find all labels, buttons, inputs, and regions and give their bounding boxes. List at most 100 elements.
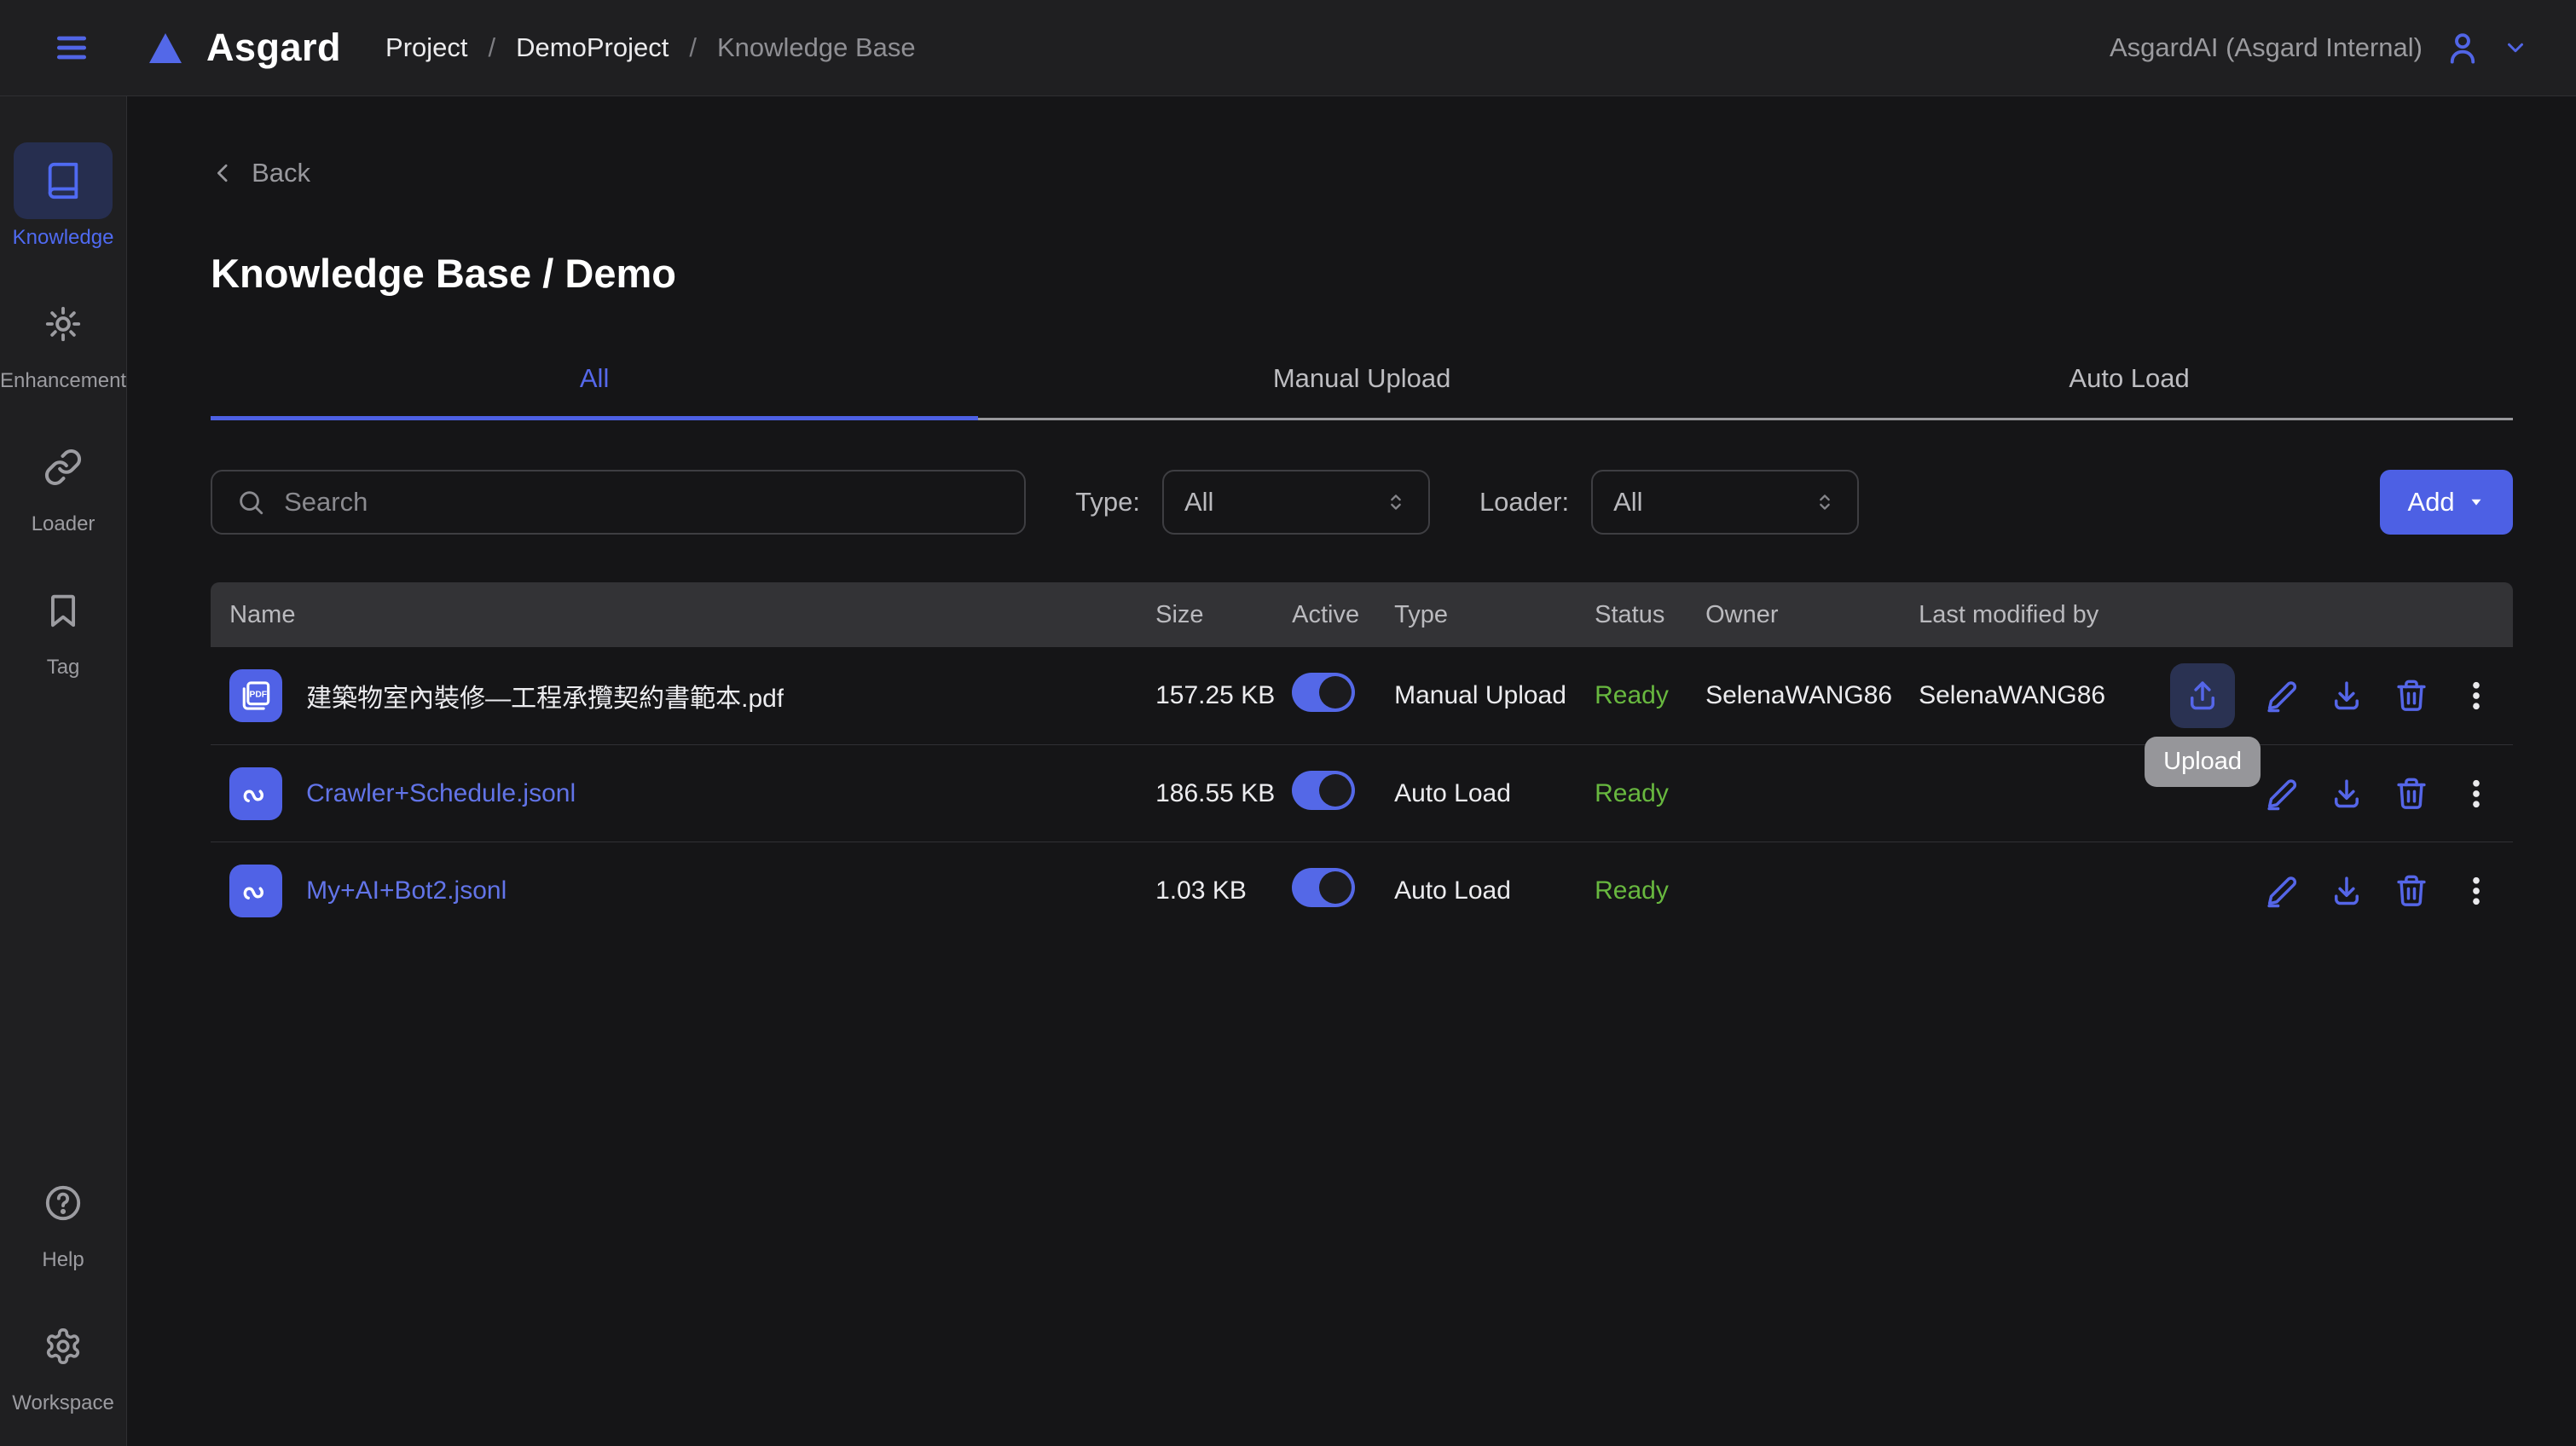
column-header-last-modified-by: Last modified by [1919,601,2170,629]
hamburger-menu-button[interactable] [49,29,94,67]
edit-button[interactable] [2264,776,2300,812]
user-menu[interactable]: AsgardAI (Asgard Internal) [2110,30,2528,66]
sidebar-item-label: Knowledge [13,226,114,250]
sidebar-item-enhancement[interactable]: Enhancement [0,286,126,393]
sidebar-item-loader[interactable]: Loader [0,429,126,536]
jsonl-file-icon [229,767,282,820]
brand: Asgard [142,26,341,70]
sidebar-item-workspace[interactable]: Workspace [0,1308,126,1415]
edit-icon [2264,776,2300,812]
sidebar-item-label: Loader [32,512,96,536]
gear-icon [43,1327,83,1366]
active-toggle[interactable] [1292,771,1355,810]
caret-down-icon [2467,493,2486,512]
sidebar-item-label: Help [42,1248,84,1272]
download-icon [2329,873,2365,909]
table-row: My+AI+Bot2.jsonl 1.03 KB Auto Load Ready [211,842,2513,939]
breadcrumb-knowledge-base: Knowledge Base [717,32,916,63]
kebab-menu-icon [2458,873,2494,909]
search-input[interactable] [284,487,1000,518]
active-toggle[interactable] [1292,868,1355,907]
file-name[interactable]: 建築物室內裝修—工程承攬契約書範本.pdf [306,677,784,714]
edit-button[interactable] [2264,873,2300,909]
upload-tooltip: Upload [2145,737,2261,787]
table-header: Name Size Active Type Status Owner Last … [211,582,2513,647]
book-icon [43,161,83,200]
delete-button[interactable] [2394,873,2429,909]
tab-all[interactable]: All [211,363,978,418]
active-toggle[interactable] [1292,673,1355,712]
download-button[interactable] [2329,678,2365,714]
type-filter-label: Type: [1075,487,1140,518]
logo-triangle-icon [142,27,189,68]
updown-chevrons-icon [1384,490,1408,514]
breadcrumb-separator: / [489,32,496,63]
download-button[interactable] [2329,873,2365,909]
bookmark-icon [43,591,83,630]
sidebar-item-knowledge[interactable]: Knowledge [0,142,126,250]
sidebar-item-label: Tag [47,656,80,680]
file-type: Manual Upload [1394,681,1595,710]
column-header-size: Size [1155,601,1292,629]
help-circle-icon [43,1183,83,1223]
jsonl-file-icon [229,865,282,917]
column-header-status: Status [1595,601,1705,629]
last-modified-by: SelenaWANG86 [1919,681,2170,710]
kebab-menu-icon [2458,776,2494,812]
status-badge: Ready [1595,876,1705,905]
hamburger-icon [49,29,94,67]
add-button[interactable]: Add [2380,470,2513,535]
updown-chevrons-icon [1813,490,1837,514]
edit-button[interactable] [2264,678,2300,714]
sidebar-item-label: Workspace [12,1391,114,1415]
search-icon [236,488,265,517]
file-type: Auto Load [1394,779,1595,808]
status-badge: Ready [1595,779,1705,808]
tab-bar: All Manual Upload Auto Load [211,363,2513,420]
delete-button[interactable] [2394,776,2429,812]
more-actions-button[interactable] [2458,678,2494,714]
file-size: 157.25 KB [1155,681,1292,710]
download-button[interactable] [2329,776,2365,812]
back-button[interactable]: Back [211,158,310,188]
more-actions-button[interactable] [2458,873,2494,909]
link-icon [43,448,83,487]
tab-auto-load[interactable]: Auto Load [1745,363,2513,418]
sidebar-item-help[interactable]: Help [0,1165,126,1272]
tab-manual-upload[interactable]: Manual Upload [978,363,1745,418]
sidebar-item-label: Enhancement [0,369,126,393]
more-actions-button[interactable] [2458,776,2494,812]
loader-filter-label: Loader: [1479,487,1569,518]
status-badge: Ready [1595,681,1705,710]
table-row: 建築物室內裝修—工程承攬契約書範本.pdf 157.25 KB Manual U… [211,647,2513,744]
upload-button[interactable]: Upload [2170,663,2235,728]
add-button-label: Add [2408,487,2455,518]
user-icon [2445,30,2480,66]
sidebar: Knowledge Enhancement Loader Tag Help [0,96,127,1446]
breadcrumb-project[interactable]: Project [385,32,467,63]
type-select[interactable]: All [1162,470,1430,535]
pdf-file-icon [229,669,282,722]
chevron-down-icon [2503,35,2528,61]
edit-icon [2264,678,2300,714]
breadcrumb-separator: / [689,32,697,63]
breadcrumb-demoproject[interactable]: DemoProject [516,32,669,63]
file-name[interactable]: My+AI+Bot2.jsonl [306,876,507,905]
top-bar: Asgard Project / DemoProject / Knowledge… [0,0,2576,96]
delete-button[interactable] [2394,678,2429,714]
app-root: Asgard Project / DemoProject / Knowledge… [0,0,2576,1446]
trash-icon [2394,678,2429,714]
edit-icon [2264,873,2300,909]
sidebar-item-tag[interactable]: Tag [0,572,126,680]
file-size: 1.03 KB [1155,876,1292,905]
file-name[interactable]: Crawler+Schedule.jsonl [306,779,576,808]
file-size: 186.55 KB [1155,779,1292,808]
page-title: Knowledge Base / Demo [211,250,2513,297]
loader-select[interactable]: All [1591,470,1859,535]
filter-bar: Type: All Loader: All Add [211,470,2513,535]
upload-icon [2185,678,2220,714]
file-type: Auto Load [1394,876,1595,905]
type-select-value: All [1184,487,1213,518]
chevron-left-icon [211,160,236,186]
download-icon [2329,776,2365,812]
